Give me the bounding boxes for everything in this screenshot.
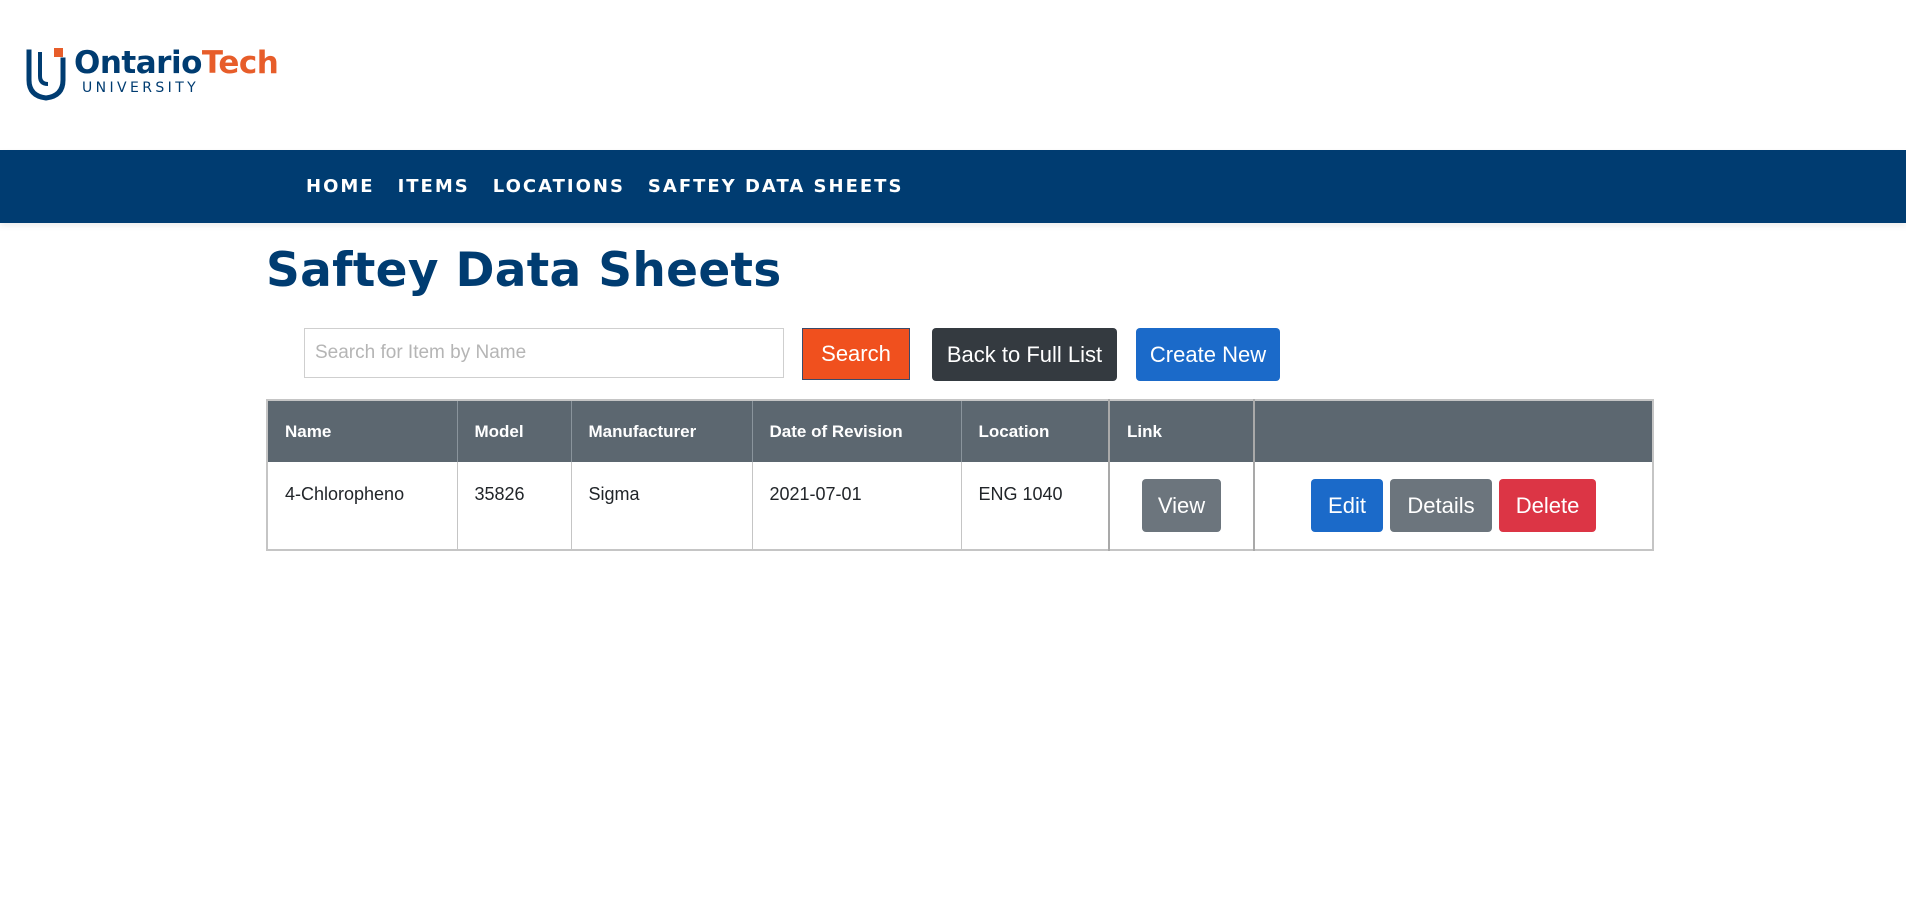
details-button[interactable]: Details: [1390, 479, 1492, 532]
logo-subtitle: UNIVERSITY: [82, 80, 200, 96]
search-button[interactable]: Search: [802, 328, 910, 380]
cell-manufacturer: Sigma: [570, 462, 753, 550]
delete-button[interactable]: Delete: [1499, 479, 1597, 532]
cell-location: ENG 1040: [960, 462, 1110, 550]
cell-link: View: [1108, 462, 1255, 550]
view-button[interactable]: View: [1142, 479, 1221, 532]
column-header-date-of-revision: Date of Revision: [751, 400, 962, 462]
search-input[interactable]: [304, 328, 784, 378]
create-new-button[interactable]: Create New: [1136, 328, 1280, 381]
cell-date-of-revision: 2021-07-01: [751, 462, 962, 550]
cell-actions: Edit Details Delete: [1253, 462, 1654, 550]
ontario-tech-logo[interactable]: OntarioTech UNIVERSITY: [24, 45, 279, 102]
ontario-tech-shield-icon: [26, 48, 66, 101]
logo-name: OntarioTech: [74, 45, 279, 81]
page-title: Saftey Data Sheets: [266, 243, 782, 298]
nav-list: HOME ITEMS LOCATIONS SAFTEY DATA SHEETS: [306, 150, 926, 223]
nav-item-home[interactable]: HOME: [306, 176, 375, 197]
header-logo-bar: OntarioTech UNIVERSITY: [0, 0, 1906, 150]
column-header-manufacturer: Manufacturer: [570, 400, 753, 462]
column-header-link: Link: [1108, 400, 1255, 462]
column-header-model: Model: [456, 400, 572, 462]
nav-item-items[interactable]: ITEMS: [398, 176, 470, 197]
cell-model: 35826: [456, 462, 572, 550]
edit-button[interactable]: Edit: [1310, 479, 1383, 532]
back-to-full-list-button[interactable]: Back to Full List: [932, 328, 1117, 381]
column-header-location: Location: [960, 400, 1110, 462]
logo-text: OntarioTech UNIVERSITY: [74, 45, 279, 96]
cell-name: 4-Chloropheno: [266, 462, 458, 550]
nav-item-safety-data-sheets[interactable]: SAFTEY DATA SHEETS: [648, 176, 903, 197]
table-header-row: Name Model Manufacturer Date of Revision…: [266, 400, 1654, 462]
table-row: 4-Chloropheno 35826 Sigma 2021-07-01 ENG…: [266, 462, 1654, 550]
column-header-actions: [1253, 400, 1654, 462]
main-navbar: HOME ITEMS LOCATIONS SAFTEY DATA SHEETS: [0, 150, 1906, 223]
column-header-name: Name: [266, 400, 458, 462]
safety-data-sheets-table: Name Model Manufacturer Date of Revision…: [266, 399, 1654, 551]
nav-item-locations[interactable]: LOCATIONS: [493, 176, 625, 197]
